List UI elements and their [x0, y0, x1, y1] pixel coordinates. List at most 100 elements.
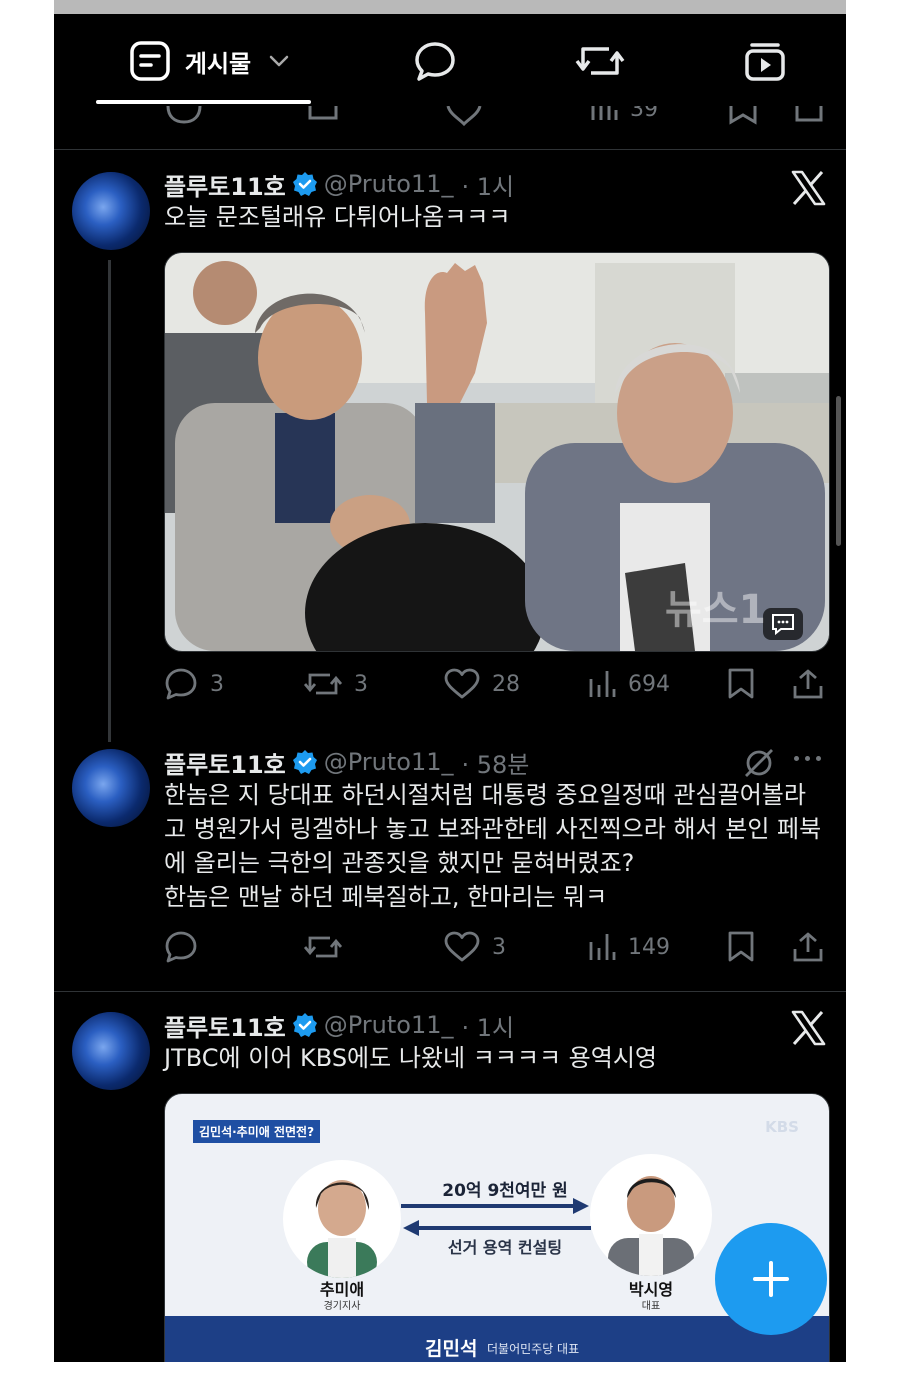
previous-post-actions: 39	[54, 96, 846, 146]
post-actions: 3 149	[164, 927, 826, 967]
views-button[interactable]: 149	[588, 927, 670, 967]
more-dot	[816, 756, 821, 761]
portrait-left	[283, 1160, 401, 1278]
more-dot	[794, 756, 799, 761]
device-top-edge	[54, 0, 846, 14]
avatar[interactable]	[72, 749, 150, 827]
news-brand: KBS	[765, 1118, 799, 1136]
news-footer-bar: 김민석 더불어민주당 대표	[165, 1316, 829, 1362]
more-dot	[805, 756, 810, 761]
share-button[interactable]	[792, 927, 824, 967]
tab-posts[interactable]: 게시물	[120, 36, 300, 86]
verified-badge-icon	[292, 172, 317, 196]
post-time: · 1시	[461, 1013, 515, 1042]
share-button[interactable]	[792, 664, 824, 704]
news-card-image[interactable]: 김민석·추미애 전면전? KBS 20억 9천여만 원 선거 용역 컨설팅 추미…	[164, 1093, 830, 1362]
post-header: 플루토11호 @Pruto11_ · 1시	[164, 166, 514, 202]
author-handle[interactable]: @Pruto11_	[324, 170, 454, 198]
views-count: 149	[628, 934, 670, 960]
post-photo[interactable]: 뉴스1	[164, 252, 830, 652]
repost-icon	[304, 936, 342, 958]
author-name[interactable]: 플루토11호	[164, 167, 286, 202]
like-button[interactable]: 3	[444, 927, 506, 967]
reply-count: 3	[210, 671, 224, 697]
footer-role: 더불어민주당 대표	[487, 1342, 580, 1356]
author-name[interactable]: 플루토11호	[164, 1008, 286, 1043]
share-icon[interactable]	[794, 106, 824, 126]
posts-icon	[130, 41, 170, 81]
reply-button[interactable]: 3	[164, 664, 224, 704]
app-screen: 게시물 39 플루토11호 @Pruto11_ · 1시 오늘 문조털래유 다튀…	[54, 14, 846, 1362]
repost-button[interactable]	[304, 927, 354, 967]
divider	[54, 991, 846, 992]
repost-icon	[575, 47, 625, 75]
thread-line	[108, 260, 111, 742]
post-actions: 3 3 28 694	[164, 664, 826, 704]
tab-videos[interactable]	[740, 36, 790, 86]
photo-watermark: 뉴스1	[665, 587, 766, 633]
views-button[interactable]: 694	[588, 664, 670, 704]
post-time: · 58분	[461, 750, 530, 779]
tab-reposts[interactable]	[572, 36, 628, 86]
analytics-icon	[589, 671, 616, 697]
views-count: 694	[628, 671, 670, 697]
share-icon	[793, 669, 823, 699]
person-portrait-icon	[608, 1176, 694, 1276]
heart-icon[interactable]	[446, 106, 482, 126]
divider	[54, 149, 846, 150]
reply-button[interactable]	[164, 927, 210, 967]
grok-icon[interactable]	[742, 746, 776, 780]
person-portrait-icon	[307, 1180, 377, 1278]
avatar[interactable]	[72, 172, 150, 250]
repost-icon	[304, 673, 342, 695]
post-text: JTBC에 이어 KBS에도 나왔네 ㅋㅋㅋㅋ 용역시영	[164, 1044, 657, 1072]
tab-posts-label: 게시물	[184, 49, 252, 78]
repost-button[interactable]: 3	[304, 664, 368, 704]
repost-count: 3	[354, 671, 368, 697]
post-text: 오늘 문조털래유 다튀어나옴ㅋㅋㅋ	[164, 203, 511, 231]
verified-badge-icon	[292, 1013, 317, 1037]
bookmark-button[interactable]	[726, 664, 756, 704]
bookmark-icon	[728, 668, 754, 699]
arrow-bottom-label: 선거 용역 컨설팅	[447, 1238, 563, 1257]
author-name[interactable]: 플루토11호	[164, 745, 286, 780]
scrollbar[interactable]	[836, 396, 841, 546]
alt-text-button[interactable]	[763, 608, 803, 640]
video-icon	[745, 43, 785, 81]
repost-icon[interactable]	[306, 106, 342, 126]
like-count: 28	[492, 671, 520, 697]
post-time: · 1시	[461, 172, 515, 201]
comment-badge-icon	[772, 614, 794, 636]
arrow-right-icon	[401, 1198, 589, 1214]
share-icon	[793, 932, 823, 962]
compose-post-button[interactable]	[715, 1223, 827, 1335]
verified-badge-icon	[292, 750, 317, 774]
analytics-icon	[589, 934, 616, 960]
post-text: 한놈은 지 당대표 하던시절처럼 대통령 중요일정때 관심끌어볼라고 병원가서 …	[164, 781, 822, 911]
more-options-button[interactable]	[794, 756, 821, 761]
heart-icon	[444, 931, 480, 962]
bookmark-icon	[728, 931, 754, 962]
chevron-down-icon	[269, 55, 289, 67]
reply-icon	[165, 931, 197, 963]
photo-illustration: 뉴스1	[165, 253, 829, 651]
like-button[interactable]: 28	[444, 664, 520, 704]
post-header: 플루토11호 @Pruto11_ · 1시	[164, 1007, 514, 1043]
avatar[interactable]	[72, 1012, 150, 1090]
active-tab-indicator	[96, 100, 311, 104]
left-person-role: 경기지사	[323, 1301, 361, 1312]
bookmark-button[interactable]	[726, 927, 756, 967]
right-person-role: 대표	[641, 1301, 661, 1312]
like-count: 3	[492, 934, 506, 960]
news-tag: 김민석·추미애 전면전?	[193, 1120, 321, 1143]
reply-icon[interactable]	[166, 106, 202, 126]
post-header: 플루토11호 @Pruto11_ · 58분	[164, 744, 529, 780]
bookmark-icon[interactable]	[728, 106, 758, 126]
plus-icon	[753, 1261, 789, 1297]
footer-name: 김민석	[425, 1338, 478, 1360]
author-handle[interactable]: @Pruto11_	[324, 748, 454, 776]
tab-replies[interactable]	[410, 36, 460, 86]
reply-icon	[165, 668, 197, 700]
portrait-right	[590, 1154, 712, 1276]
author-handle[interactable]: @Pruto11_	[324, 1011, 454, 1039]
